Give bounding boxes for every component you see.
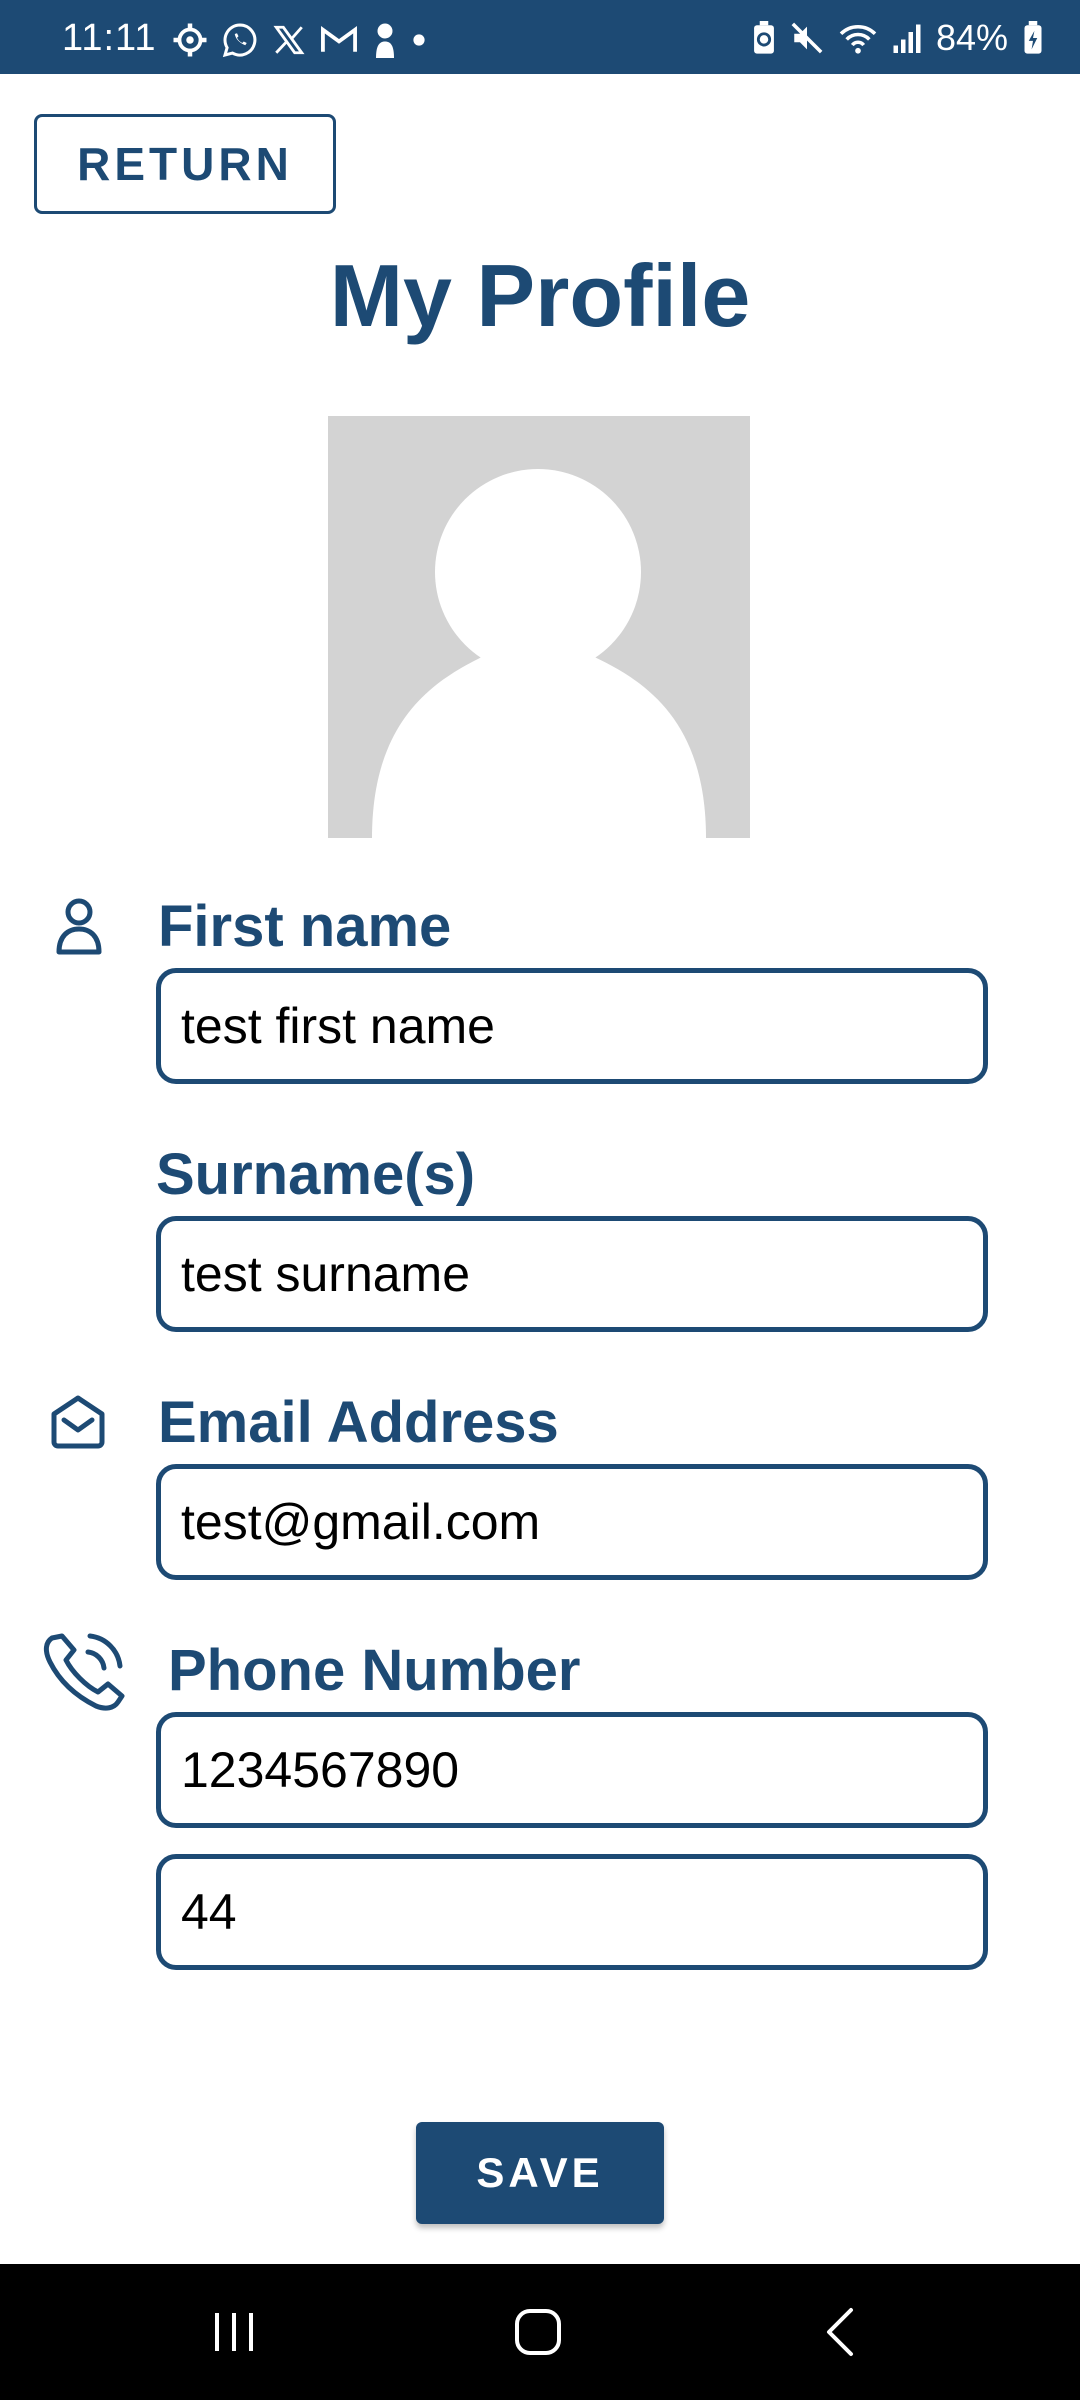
phone-icon [43,1633,125,1711]
phone-number-input[interactable] [156,1712,988,1828]
surname-label: Surname(s) [156,1142,476,1207]
battery-percentage: 84% [935,17,1008,58]
surname-input[interactable] [156,1216,988,1332]
back-button[interactable] [740,2264,940,2400]
person-icon [376,23,394,58]
email-label: Email Address [158,1390,559,1455]
email-input[interactable] [156,1464,988,1580]
home-icon [515,2309,561,2355]
first-name-input[interactable] [156,968,988,1084]
back-icon [827,2308,853,2356]
status-time: 11:11 [62,17,157,59]
page-title: My Profile [329,246,751,345]
mail-icon [51,1395,105,1449]
avatar-silhouette-icon [372,469,706,838]
wifi-icon [839,24,877,54]
battery-saver-icon [754,21,774,54]
person-icon [56,898,102,955]
recent-apps-button[interactable] [134,2264,334,2400]
notification-icons [172,20,426,60]
profile-avatar[interactable] [328,416,750,838]
dot-icon [413,34,425,46]
country-code-input[interactable] [156,1854,988,1970]
status-bar: 11:11 84% [0,0,1080,74]
recent-apps-icon [215,2313,253,2351]
signal-icon [893,24,921,53]
home-button[interactable] [438,2264,638,2400]
first-name-label: First name [158,894,452,959]
settings-icon [173,23,207,57]
mute-icon [791,22,823,54]
navigation-bar [0,2264,1080,2400]
phone-label: Phone Number [168,1638,581,1703]
return-button[interactable]: RETURN [34,114,336,214]
whatsapp-icon [222,23,257,58]
system-icons: 84% [752,18,1044,58]
gmail-icon [321,26,357,52]
battery-icon [1024,21,1042,54]
save-button[interactable]: SAVE [416,2122,664,2224]
x-icon [273,25,305,55]
